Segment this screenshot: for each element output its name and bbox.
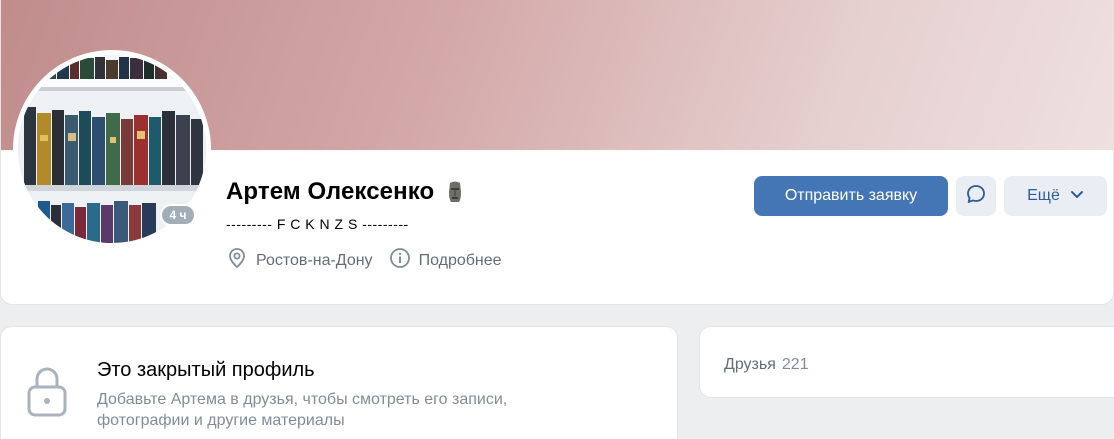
friends-card[interactable]: Друзья 221 [699,326,1114,398]
profile-info-row: Ростов-на-Дону Подробнее [226,247,502,274]
friends-label: Друзья [724,356,776,373]
details-label: Подробнее [418,251,502,269]
chevron-down-icon [1070,187,1084,205]
location-pin-icon [226,247,248,274]
info-icon [389,247,411,274]
more-label: Ещё [1027,187,1060,204]
send-friend-request-button[interactable]: Отправить заявку [754,176,948,216]
city-info[interactable]: Ростов-на-Дону [226,247,373,274]
details-link[interactable]: Подробнее [389,247,502,274]
closed-profile-description: Добавьте Артема в друзья, чтобы смотреть… [97,391,508,429]
profile-status[interactable]: --------- F C K N Z S --------- [226,216,409,232]
profile-name-row: Артем Олексенко [226,178,464,206]
message-bubble-icon [965,183,987,210]
profile-header-card: 4 ч Артем Олексенко --------- F C K N Z … [0,0,1114,305]
lock-icon [25,365,69,422]
last-seen-badge: 4 ч [160,204,196,226]
closed-profile-card: Это закрытый профиль Добавьте Артема в д… [0,326,678,439]
message-button[interactable] [956,176,996,216]
city-label: Ростов-на-Дону [256,251,373,269]
friends-header[interactable]: Друзья 221 [724,356,809,374]
friends-count: 221 [781,356,809,373]
moai-icon[interactable] [446,180,464,204]
closed-profile-title: Это закрытый профиль [97,359,315,381]
profile-name: Артем Олексенко [226,178,435,205]
more-button[interactable]: Ещё [1004,176,1107,216]
